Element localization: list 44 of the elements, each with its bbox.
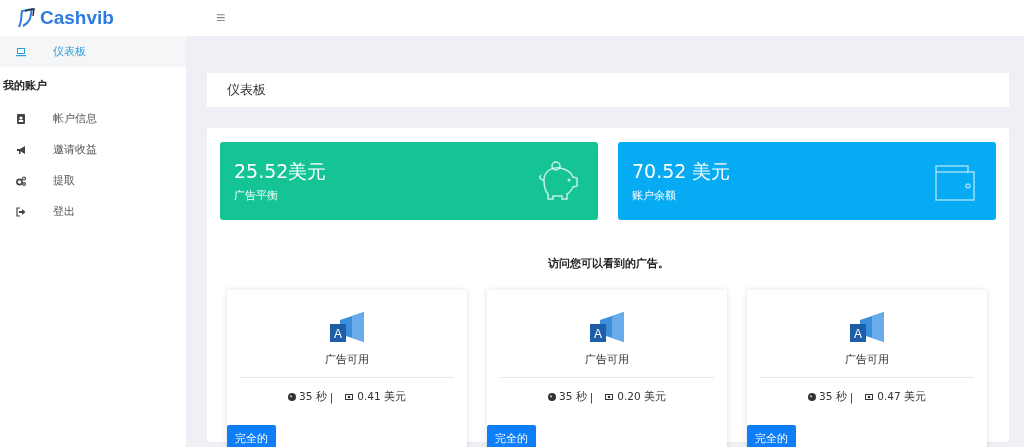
ad-reward: 0.41 美元 bbox=[357, 390, 406, 404]
contact-card-icon bbox=[16, 113, 26, 124]
ad-title: 广告可用 bbox=[845, 352, 889, 367]
separator-text: | bbox=[329, 391, 334, 403]
ad-reward: 0.47 美元 bbox=[877, 390, 926, 404]
sign-out-icon bbox=[16, 206, 26, 217]
separator-text: | bbox=[849, 391, 854, 403]
complete-button[interactable]: 完全的 bbox=[227, 425, 276, 447]
banknote-icon bbox=[344, 393, 355, 401]
icon-letter: A bbox=[334, 327, 342, 341]
gears-icon bbox=[16, 175, 26, 186]
separator-text: | bbox=[589, 391, 594, 403]
banknote-icon bbox=[864, 393, 875, 401]
ad-title: 广告可用 bbox=[585, 352, 629, 367]
sidebar-item[interactable]: 登出 bbox=[0, 196, 186, 227]
sidebar-section-title: 我的账户 bbox=[2, 78, 48, 93]
ads-heading: 访问您可以看到的广告。 bbox=[546, 256, 670, 271]
stat-label: 广告平衡 bbox=[234, 189, 279, 203]
logo-text: Cashvib bbox=[40, 7, 114, 29]
globe-icon bbox=[548, 393, 556, 401]
sidebar-item[interactable]: 邀请收益 bbox=[0, 134, 186, 165]
banknote-icon bbox=[604, 393, 615, 401]
logo-icon bbox=[16, 7, 38, 29]
ad-duration: 35 秒 bbox=[819, 390, 847, 404]
stat-label: 账户余额 bbox=[632, 189, 677, 203]
laptop-icon bbox=[16, 46, 26, 57]
complete-button[interactable]: 完全的 bbox=[747, 425, 796, 447]
ad-duration: 35 秒 bbox=[299, 390, 327, 404]
sidebar-item[interactable]: 提取 bbox=[0, 165, 186, 196]
icon-letter: A bbox=[854, 327, 862, 341]
megaphone-icon bbox=[16, 144, 26, 155]
sidebar-item[interactable]: 仪表板 bbox=[0, 36, 186, 67]
menu-button[interactable]: ≡ bbox=[216, 9, 226, 27]
ad-reward: 0.20 美元 bbox=[617, 390, 666, 404]
sidebar-item[interactable]: 帐户信息 bbox=[0, 103, 186, 134]
complete-button[interactable]: 完全的 bbox=[487, 425, 536, 447]
stat-value: 70.52 美元 bbox=[632, 159, 731, 184]
icon-letter: A bbox=[594, 327, 602, 341]
ad-title: 广告可用 bbox=[325, 352, 369, 367]
ad-duration: 35 秒 bbox=[559, 390, 587, 404]
globe-icon bbox=[808, 393, 816, 401]
stat-value: 25.52美元 bbox=[234, 159, 327, 184]
page-title: 仪表板 bbox=[207, 73, 1009, 107]
globe-icon bbox=[288, 393, 296, 401]
